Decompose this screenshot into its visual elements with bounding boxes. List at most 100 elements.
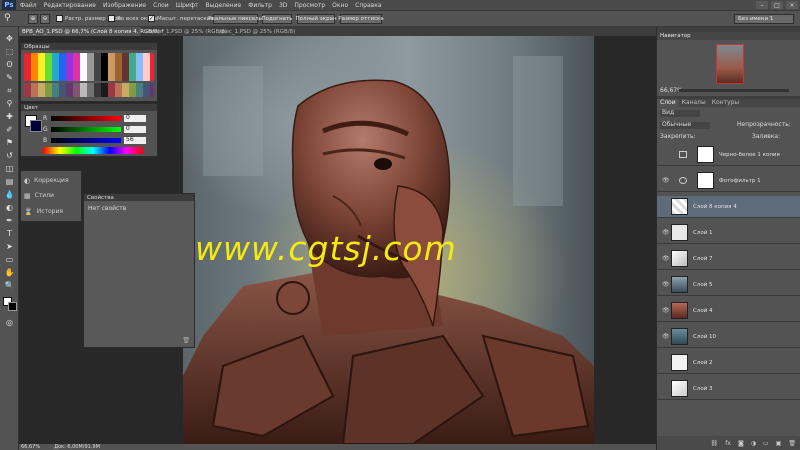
- tab-layers[interactable]: Слои: [657, 99, 679, 107]
- pen-tool-icon[interactable]: ✒: [3, 215, 16, 226]
- zoom-out-button[interactable]: ⊖: [40, 14, 50, 24]
- fit-window-checkbox[interactable]: [56, 15, 63, 22]
- actual-pixels-button[interactable]: Реальные пикселы: [208, 14, 263, 24]
- swatch-grid[interactable]: [24, 53, 154, 81]
- menu-view[interactable]: Просмотр: [294, 2, 325, 9]
- healing-tool-icon[interactable]: ✚: [3, 111, 16, 122]
- corrections-item[interactable]: ◐ Коррекция: [24, 175, 79, 187]
- tab-channels[interactable]: Каналы: [679, 99, 709, 107]
- close-button[interactable]: ×: [786, 1, 798, 9]
- zoom-level[interactable]: 66,67%: [21, 444, 40, 450]
- all-windows-checkbox[interactable]: [108, 15, 115, 22]
- history-item[interactable]: ⌛ История: [24, 206, 79, 218]
- type-tool-icon[interactable]: T: [3, 228, 16, 239]
- crop-tool-icon[interactable]: ⌗: [3, 85, 16, 96]
- eye-icon[interactable]: 👁: [662, 307, 670, 314]
- navigator-zoom-slider[interactable]: [679, 89, 789, 92]
- opacity-label: Непрозрачность:: [737, 121, 791, 128]
- gradient-tool-icon[interactable]: ▤: [3, 176, 16, 187]
- layer-10[interactable]: 👁 Слой 10: [657, 326, 800, 348]
- delete-layer-icon[interactable]: 🗑: [788, 440, 796, 447]
- eye-icon[interactable]: 👁: [662, 333, 670, 340]
- navigator-preview[interactable]: [716, 44, 744, 84]
- layer-bw-copy[interactable]: Черно-белое 1 копия: [657, 144, 800, 166]
- channel-r-value[interactable]: 0: [124, 115, 146, 122]
- eye-icon[interactable]: 👁: [662, 177, 670, 184]
- menu-help[interactable]: Справка: [355, 2, 381, 9]
- swatch-grid-row2[interactable]: [24, 83, 154, 97]
- styles-item[interactable]: ▦ Стили: [24, 190, 79, 202]
- menu-file[interactable]: Файл: [20, 2, 37, 9]
- eyedropper-tool-icon[interactable]: ⚲: [3, 98, 16, 109]
- eye-icon[interactable]: 👁: [662, 255, 670, 262]
- menu-image[interactable]: Изображение: [103, 2, 146, 9]
- layer-4[interactable]: 👁 Слой 4: [657, 300, 800, 322]
- tab-paths[interactable]: Контуры: [709, 99, 742, 107]
- channel-g-slider[interactable]: [51, 127, 121, 132]
- adjustment-layer-icon[interactable]: ◑: [751, 440, 756, 447]
- tab-spec[interactable]: spec_1.PSD @ 25% (RGB/8): [216, 27, 295, 36]
- quick-mask-icon[interactable]: ◎: [3, 317, 16, 328]
- color-spectrum-bar[interactable]: [43, 147, 143, 154]
- quick-select-tool-icon[interactable]: ✎: [3, 72, 16, 83]
- hand-tool-icon[interactable]: ✋: [3, 267, 16, 278]
- layer-3[interactable]: Слой 3: [657, 378, 800, 400]
- channel-b-slider[interactable]: [51, 138, 121, 143]
- menu-select[interactable]: Выделение: [205, 2, 241, 9]
- layer-2[interactable]: Слой 2: [657, 352, 800, 374]
- channel-b-value[interactable]: 56: [124, 137, 146, 144]
- eye-icon[interactable]: 👁: [662, 281, 670, 288]
- channel-r-slider[interactable]: [51, 116, 121, 121]
- maximize-button[interactable]: □: [771, 1, 783, 9]
- image-canvas[interactable]: www.cgtsj.com: [183, 36, 594, 444]
- delete-icon[interactable]: 🗑: [182, 337, 190, 344]
- layers-list: Черно-белое 1 копия 👁 Фотофильтр 1 Слой …: [657, 144, 800, 436]
- zoom-in-button[interactable]: ⊕: [28, 14, 38, 24]
- layer-8-copy-4[interactable]: Слой 8 копия 4: [657, 196, 800, 218]
- tab-bpb-ao[interactable]: BPB_AO_1.PSD @ 66,7% (Слой 8 копия 4, RG…: [19, 27, 164, 36]
- zoom-tool-icon[interactable]: 🔍: [3, 280, 16, 291]
- move-tool-icon[interactable]: ✥: [3, 33, 16, 44]
- stamp-tool-icon[interactable]: ⚑: [3, 137, 16, 148]
- layer-kind-filter[interactable]: Вид: [660, 110, 700, 117]
- menu-layers[interactable]: Слои: [153, 2, 169, 9]
- menu-edit[interactable]: Редактирование: [44, 2, 96, 9]
- document-tabs: BPB_AO_1.PSD @ 66,7% (Слой 8 копия 4, RG…: [19, 27, 656, 36]
- brush-tool-icon[interactable]: ✐: [3, 124, 16, 135]
- layer-7[interactable]: 👁 Слой 7: [657, 248, 800, 270]
- link-layers-icon[interactable]: ⛓: [711, 440, 719, 447]
- background-color-swatch[interactable]: [8, 302, 17, 311]
- shape-tool-icon[interactable]: ▭: [3, 254, 16, 265]
- workspace-select[interactable]: Без имени 1: [734, 14, 794, 24]
- layers-controls: Вид Обычные Непрозрачность: Закрепить: З…: [657, 107, 800, 144]
- blend-mode-select[interactable]: Обычные: [660, 122, 710, 129]
- channel-r-label: R: [43, 115, 48, 122]
- fit-screen-button[interactable]: Подогнать: [262, 14, 293, 24]
- menu-3d[interactable]: 3D: [279, 2, 287, 9]
- fill-screen-button[interactable]: Полный экран: [295, 14, 337, 24]
- menu-filter[interactable]: Фильтр: [248, 2, 272, 9]
- add-mask-icon[interactable]: ◙: [738, 440, 744, 447]
- menu-window[interactable]: Окно: [332, 2, 348, 9]
- eye-icon[interactable]: 👁: [662, 229, 670, 236]
- channel-g-value[interactable]: 0: [124, 126, 146, 133]
- history-brush-tool-icon[interactable]: ↺: [3, 150, 16, 161]
- layer-style-icon[interactable]: fx: [725, 440, 731, 447]
- scrubby-zoom-checkbox[interactable]: ✓: [148, 15, 155, 22]
- new-group-icon[interactable]: ▭: [763, 440, 769, 447]
- menu-type[interactable]: Шрифт: [176, 2, 199, 9]
- background-color-swatch[interactable]: [30, 120, 42, 132]
- layer-1[interactable]: 👁 Слой 1: [657, 222, 800, 244]
- marquee-tool-icon[interactable]: ⬚: [3, 46, 16, 57]
- dodge-tool-icon[interactable]: ◐: [3, 202, 16, 213]
- eraser-tool-icon[interactable]: ◫: [3, 163, 16, 174]
- lasso-tool-icon[interactable]: ʘ: [3, 59, 16, 70]
- layer-5[interactable]: 👁 Слой 5: [657, 274, 800, 296]
- blur-tool-icon[interactable]: 💧: [3, 189, 16, 200]
- path-select-tool-icon[interactable]: ➤: [3, 241, 16, 252]
- new-layer-icon[interactable]: ▣: [776, 440, 782, 447]
- minimize-button[interactable]: –: [756, 1, 768, 9]
- tab-normal[interactable]: normal_1.PSD @ 25% (RGB/8): [141, 27, 227, 36]
- layer-photo-filter[interactable]: 👁 Фотофильтр 1: [657, 170, 800, 192]
- print-size-button[interactable]: Размер оттиска: [338, 14, 384, 24]
